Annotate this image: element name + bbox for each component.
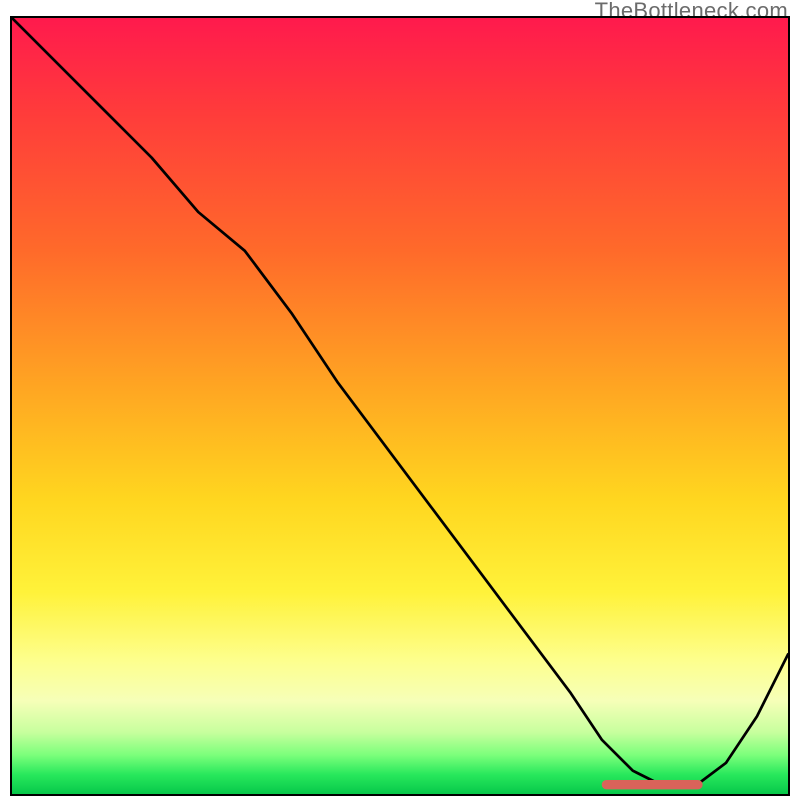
chart-overlay — [12, 18, 788, 794]
chart-marker-band — [602, 780, 703, 789]
chart-frame — [10, 16, 790, 796]
chart-curve — [12, 18, 788, 786]
